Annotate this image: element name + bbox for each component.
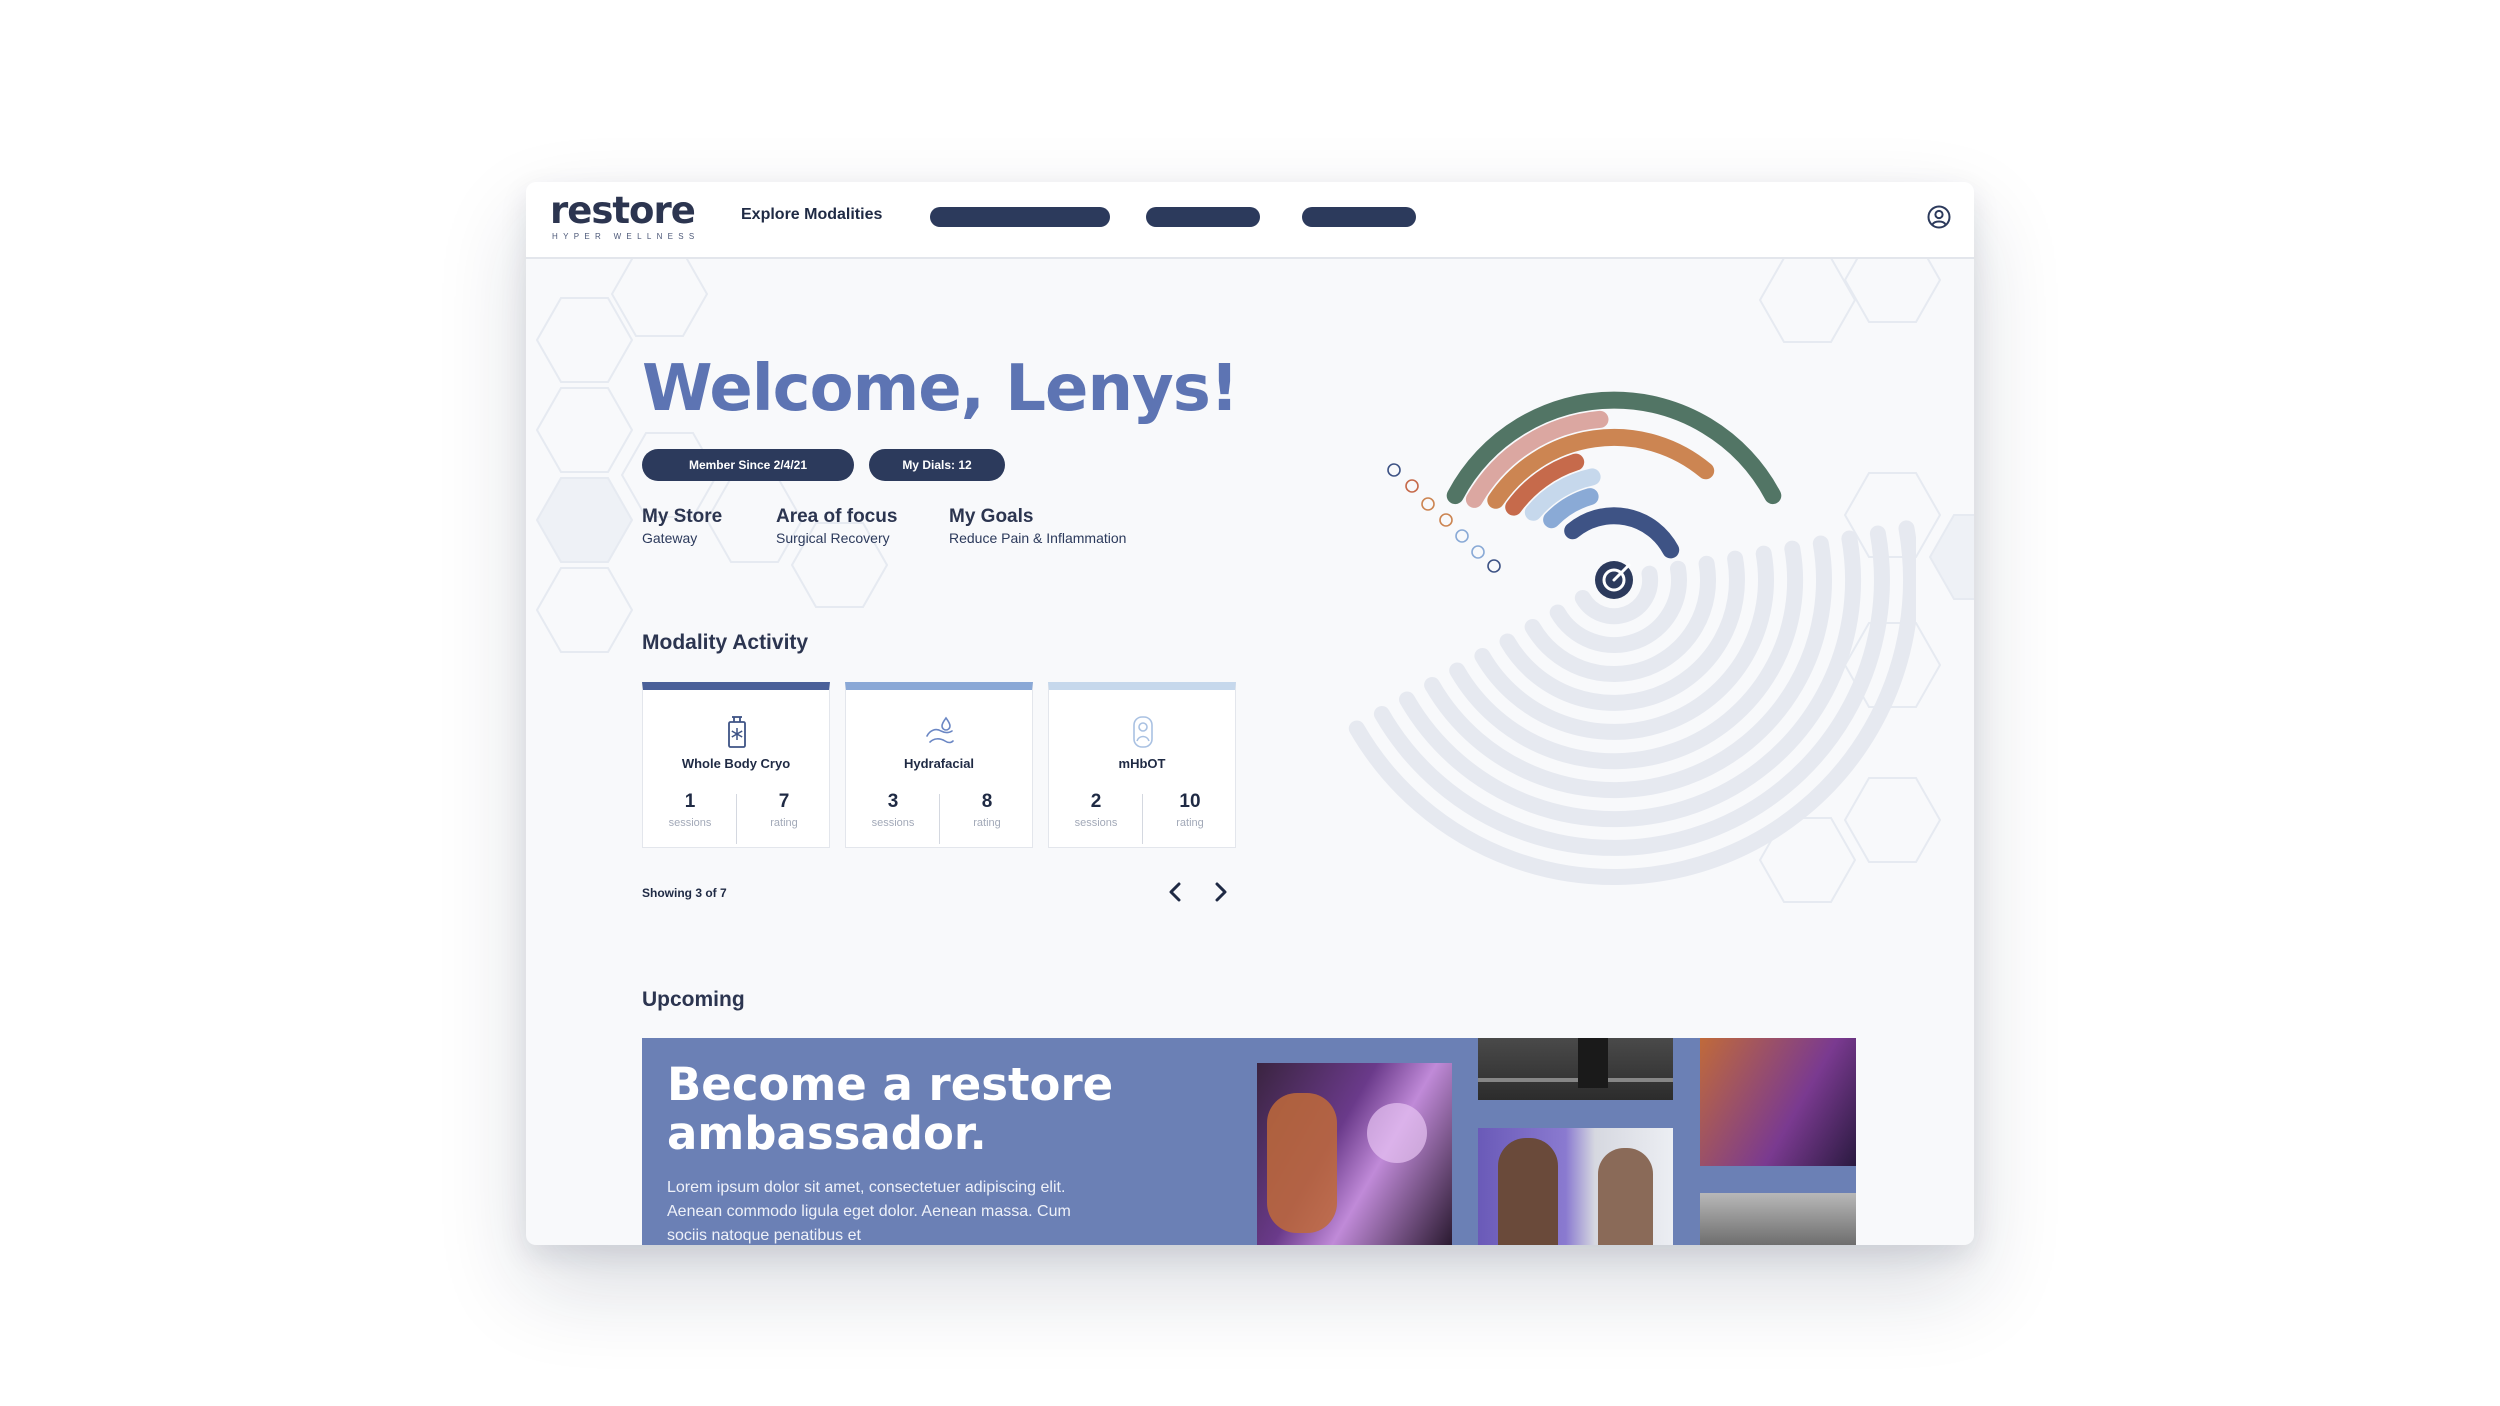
area-of-focus-value: Surgical Recovery — [776, 530, 890, 546]
rating-stat: 8 rating — [940, 791, 1034, 829]
rating-value: 7 — [778, 791, 790, 812]
rating-label: rating — [973, 817, 1001, 829]
dial-track-rings — [1348, 520, 1916, 885]
ambassador-banner[interactable]: Become a restore ambassador. Lorem ipsum… — [642, 1038, 1856, 1245]
sessions-count: 1 — [684, 791, 696, 812]
my-goals-value: Reduce Pain & Inflammation — [949, 530, 1127, 546]
area-of-focus-label: Area of focus — [776, 506, 898, 527]
app-window: restore HYPER WELLNESS Explore Modalitie… — [526, 182, 1974, 1245]
modality-card-mhbot[interactable]: mHbOT 2 sessions 10 rating — [1048, 682, 1236, 848]
photo-cryo-session — [1700, 1038, 1856, 1166]
rating-label: rating — [770, 817, 798, 829]
cryo-chamber-icon — [728, 716, 746, 748]
upcoming-title: Upcoming — [642, 988, 745, 1011]
photo-spa-treatment — [1257, 1063, 1452, 1245]
member-since-badge: Member Since 2/4/21 — [642, 449, 854, 481]
nav-placeholder-item-3[interactable] — [1302, 207, 1416, 227]
rating-value: 10 — [1179, 791, 1201, 812]
flame-icon — [1421, 497, 1435, 511]
photo-clinic-patients — [1478, 1128, 1673, 1245]
sessions-label: sessions — [1074, 817, 1118, 829]
modality-name: Hydrafacial — [903, 756, 975, 771]
top-navigation-bar: restore HYPER WELLNESS Explore Modalitie… — [526, 182, 1974, 259]
lightbulb-icon — [1439, 513, 1453, 527]
modality-name: mHbOT — [1118, 756, 1166, 771]
rating-value: 8 — [981, 791, 993, 812]
restore-logo[interactable]: restore HYPER WELLNESS — [550, 192, 700, 241]
target-icon[interactable] — [1595, 561, 1633, 599]
snowflake-icon — [1487, 559, 1501, 573]
logo-wordmark: restore — [550, 189, 696, 232]
rating-stat: 7 rating — [737, 791, 831, 829]
my-goals-label: My Goals — [949, 506, 1034, 527]
sessions-count: 2 — [1090, 791, 1102, 812]
welcome-heading: Welcome, Lenys! — [642, 352, 1239, 426]
rating-label: rating — [1176, 817, 1204, 829]
photo-track-runner — [1478, 1038, 1673, 1100]
pagination-status: Showing 3 of 7 — [642, 886, 727, 900]
my-store-value: Gateway — [642, 530, 698, 546]
user-circle-icon[interactable] — [1926, 204, 1952, 230]
nav-placeholder-item-2[interactable] — [1146, 207, 1260, 227]
modality-name: Whole Body Cryo — [681, 756, 791, 771]
banner-title: Become a restore ambassador. — [667, 1058, 1114, 1160]
dial-arc-7[interactable] — [1564, 507, 1680, 559]
wellness-dial-graphic[interactable] — [1276, 342, 1916, 942]
modality-activity-title: Modality Activity — [642, 631, 809, 654]
my-store-label: My Store — [642, 506, 723, 527]
sessions-label: sessions — [668, 817, 712, 829]
sessions-count: 3 — [887, 791, 899, 812]
sessions-label: sessions — [871, 817, 915, 829]
sessions-stat: 1 sessions — [643, 791, 737, 829]
chevron-right-icon[interactable] — [1206, 878, 1234, 906]
face-icon — [1455, 529, 1469, 543]
chevron-left-icon[interactable] — [1162, 878, 1190, 906]
sessions-stat: 3 sessions — [846, 791, 940, 829]
logo-tagline: HYPER WELLNESS — [552, 232, 700, 241]
banner-description: Lorem ipsum dolor sit amet, consectetuer… — [667, 1179, 1071, 1244]
photo-equipment — [1700, 1193, 1856, 1245]
modality-card-hydrafacial[interactable]: Hydrafacial 3 sessions 8 rating — [845, 682, 1033, 848]
modality-card-whole-body-cryo[interactable]: Whole Body Cryo 1 sessions 7 rating — [642, 682, 830, 848]
area-of-focus-block: Area of focus Surgical Recovery — [776, 506, 897, 546]
hydrafacial-icon — [926, 716, 954, 744]
my-goals-block: My Goals Reduce Pain & Inflammation — [949, 506, 1126, 546]
sessions-stat: 2 sessions — [1049, 791, 1143, 829]
my-store-block: My Store Gateway — [642, 506, 722, 546]
heart-icon — [1405, 479, 1419, 493]
dials-badge[interactable]: My Dials: 12 — [869, 449, 1005, 481]
nav-explore-modalities[interactable]: Explore Modalities — [741, 206, 882, 224]
droplet-icon — [1471, 545, 1485, 559]
oxygen-chamber-icon — [1133, 716, 1153, 748]
nav-placeholder-item-1[interactable] — [930, 207, 1110, 227]
molecule-icon — [1387, 463, 1401, 477]
rating-stat: 10 rating — [1143, 791, 1237, 829]
